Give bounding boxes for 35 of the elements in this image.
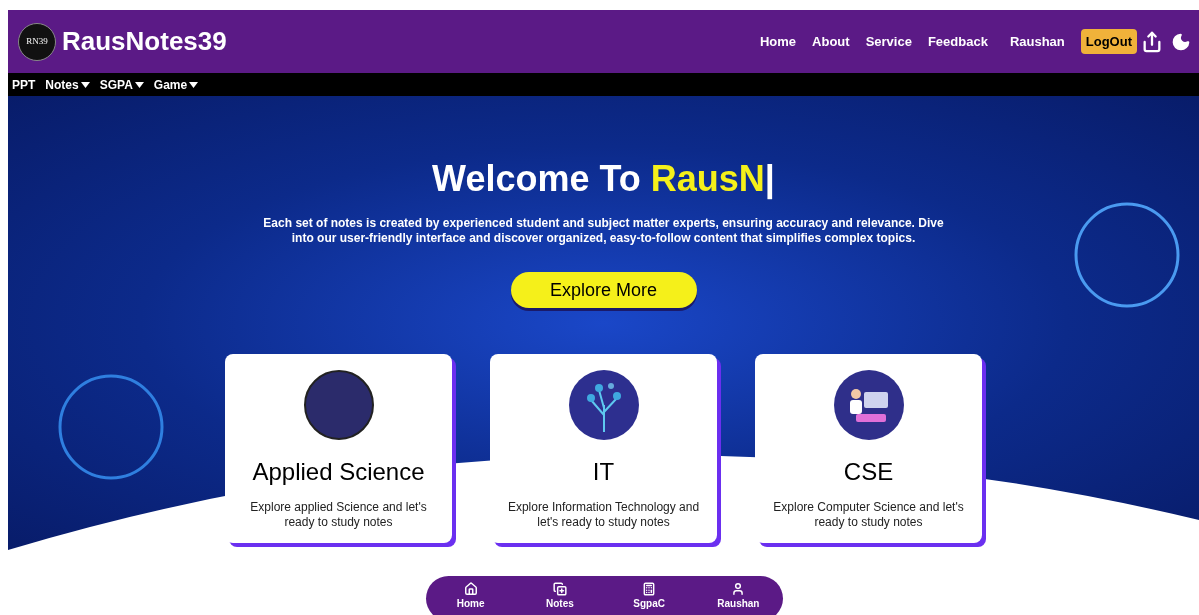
nav-link[interactable]: About [812,31,850,52]
card-title: Applied Science [252,457,425,487]
logo-icon: RN39 [18,22,56,61]
explore-more-button[interactable]: Explore More [510,272,697,308]
computer-illustration-icon [833,370,904,440]
nav-link[interactable]: Feedback [927,31,988,52]
ring-decoration-icon [1074,202,1180,308]
card-title: IT [592,457,615,487]
nav-link[interactable]: Home [759,31,797,52]
tree-illustration-icon [568,370,639,440]
menu-item[interactable]: Game [153,75,199,94]
bottom-nav-item[interactable]: Home [435,582,506,615]
menu-item[interactable]: PPT [12,75,36,94]
logout-button[interactable]: LogOut [1080,28,1137,55]
card-description: Explore Computer Science and let's ready to study notes [772,500,965,530]
user-name[interactable]: Raushan [1009,31,1065,52]
bottom-nav-item[interactable]: Raushan [703,582,774,615]
card-title: CSE [843,457,894,487]
share-icon[interactable] [1141,30,1163,53]
brand-name[interactable]: RausNotes39 [62,22,227,61]
hero-description: Each set of notes is created by experienced student and subject matter experts, ensuring accuracy and relevance. Dive into our user-friendly interface and discover organized, easy-to-follow content that simplifies complex topics. [262,216,945,246]
calculator-icon [642,582,657,596]
home-icon [463,582,478,596]
hero-title: Welcome To RausN| [432,157,775,202]
bottom-nav-item[interactable]: SgpaC [614,582,685,615]
menu-item[interactable]: Notes [45,75,90,94]
bottom-nav-item[interactable]: Notes [524,582,595,615]
ring-decoration-icon [58,374,164,480]
notes-icon [552,582,567,596]
card-description: Explore applied Science and let's ready to study notes [249,500,428,530]
user-icon [731,582,746,596]
card-description: Explore Information Technology and let's ready to study notes [506,500,701,530]
nav-link[interactable]: Service [865,31,912,52]
menu-item[interactable]: SGPA [99,75,144,94]
moon-icon[interactable] [1171,31,1191,52]
